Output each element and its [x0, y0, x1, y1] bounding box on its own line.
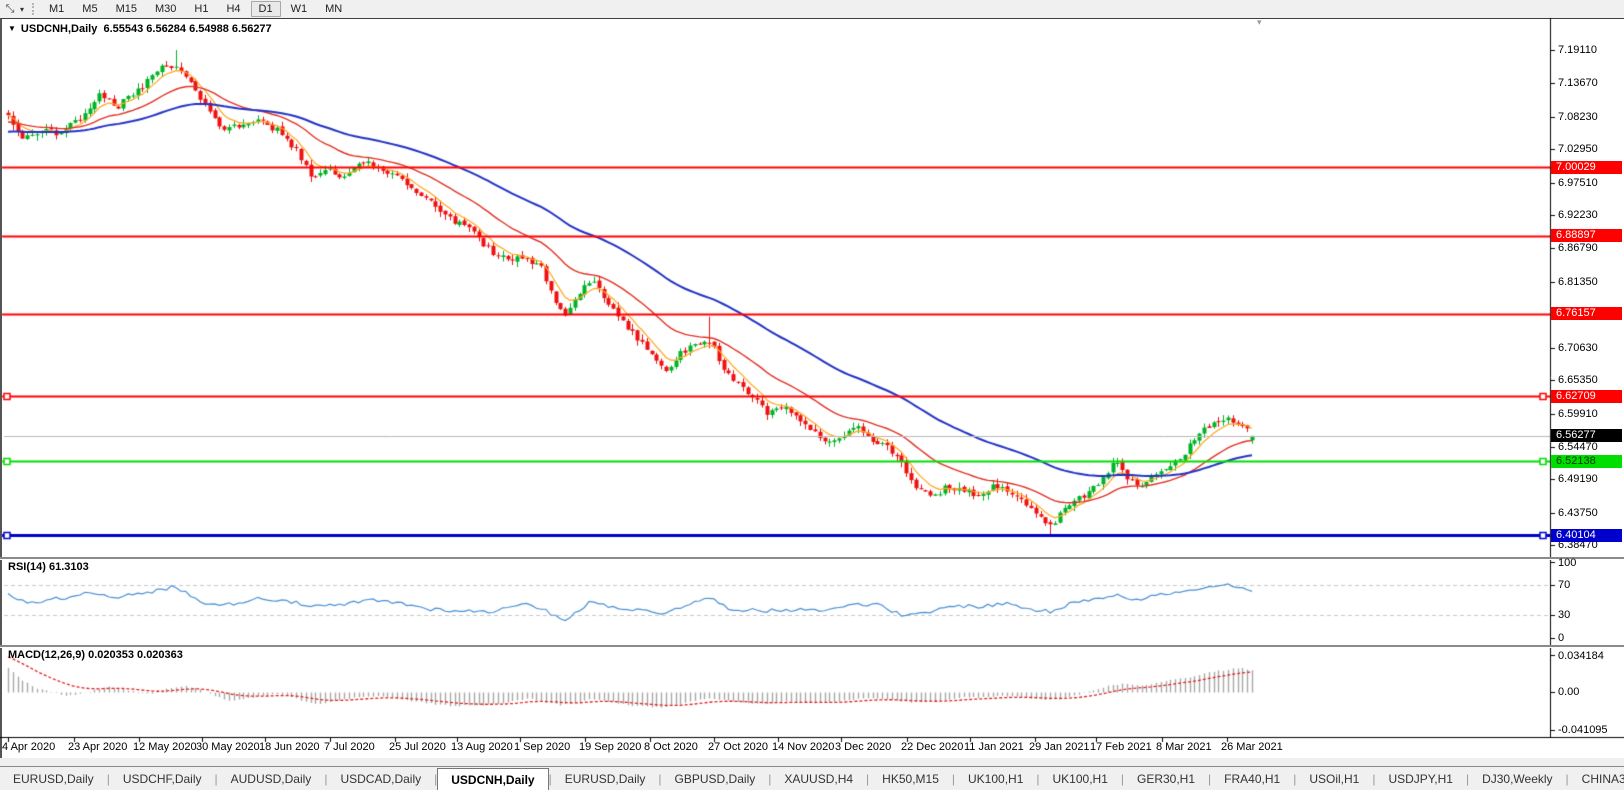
macd-tick-label: 0.00: [1558, 686, 1580, 698]
chart-tab-dj30-weekly[interactable]: DJ30,Weekly: [1469, 767, 1565, 790]
chart-tab-hk50-m15[interactable]: HK50,M15: [869, 767, 952, 790]
macd-indicator-label: MACD(12,26,9) 0.020353 0.020363: [8, 649, 183, 661]
date-tick-label: 27 Oct 2020: [708, 741, 768, 753]
hline-price-tag[interactable]: 6.76157: [1551, 307, 1622, 321]
macd-tick-label: 0.034184: [1558, 650, 1604, 662]
chart-tab-fra40-h1[interactable]: FRA40,H1: [1211, 767, 1293, 790]
macd-pane-divider[interactable]: [0, 645, 1624, 648]
chart-tab-usoil-h1[interactable]: USOil,H1: [1296, 767, 1372, 790]
price-tick-label: 6.59910: [1558, 407, 1598, 420]
date-tick-label: 29 Jan 2021: [1029, 741, 1090, 753]
price-tick-label: 7.13670: [1558, 77, 1598, 90]
hline-price-tag[interactable]: 6.52138: [1551, 454, 1622, 468]
price-tick-label: 6.86790: [1558, 242, 1598, 255]
price-tick-label: 6.49190: [1558, 473, 1598, 486]
date-tick-label: 7 Jul 2020: [324, 741, 375, 753]
price-tick-label: 6.54470: [1558, 440, 1598, 453]
price-tick-label: 6.65350: [1558, 374, 1598, 387]
date-tick-label: 11 Jan 2021: [964, 741, 1024, 753]
date-tick-label: 4 Apr 2020: [2, 741, 56, 753]
hline-price-tag[interactable]: 6.88897: [1551, 229, 1622, 243]
date-tick-label: 22 Dec 2020: [901, 741, 964, 753]
date-tick-label: 13 Aug 2020: [451, 741, 513, 753]
date-tick-label: 3 Dec 2020: [835, 741, 892, 753]
chart-tab-ger30-h1[interactable]: GER30,H1: [1124, 767, 1208, 790]
chart-tab-uk100-h1[interactable]: UK100,H1: [955, 767, 1036, 790]
date-tick-label: 19 Sep 2020: [579, 741, 642, 753]
rsi-tick-label: 30: [1558, 609, 1571, 622]
chart-tab-uk100-h1[interactable]: UK100,H1: [1040, 767, 1121, 790]
date-tick-label: 1 Sep 2020: [514, 741, 571, 753]
rsi-pane-divider[interactable]: [0, 557, 1624, 560]
date-tick-label: 30 May 2020: [196, 741, 260, 753]
price-tick-label: 6.92230: [1558, 209, 1598, 222]
hline-price-tag[interactable]: 6.62709: [1551, 389, 1622, 403]
chart-tabs-bar: EURUSD,Daily | USDCHF,Daily | AUDUSD,Daily | U…: [0, 766, 1624, 790]
rsi-tick-label: 70: [1558, 578, 1571, 591]
chart-tab-usdcad-daily[interactable]: USDCAD,Daily: [327, 767, 434, 790]
macd-tick-label: -0.041095: [1558, 724, 1608, 736]
price-tick-label: 7.08230: [1558, 110, 1598, 123]
chart-tabs: EURUSD,Daily | USDCHF,Daily | AUDUSD,Daily | U…: [0, 767, 1624, 790]
chart-shift-marker-icon[interactable]: ▾: [1257, 17, 1262, 28]
chart-ohlc-values: 6.55543 6.56284 6.54988 6.56277: [103, 23, 272, 35]
trading-terminal: ⤡ ▾ M1M5M15M30H1H4D1W1MN ▼USDCNH,Daily 6…: [0, 0, 1624, 790]
current-price-tag: 6.56277: [1551, 429, 1622, 443]
rsi-tick-label: 100: [1558, 557, 1577, 569]
hline-price-tag[interactable]: 6.40104: [1551, 528, 1622, 542]
date-tick-label: 12 May 2020: [133, 741, 197, 753]
date-tick-label: 18 Jun 2020: [259, 741, 320, 753]
rsi-indicator-label: RSI(14) 61.3103: [8, 561, 89, 573]
chart-tab-china300-h1[interactable]: CHINA300,H1: [1569, 767, 1624, 790]
chart-tab-gbpusd-daily[interactable]: GBPUSD,Daily: [662, 767, 769, 790]
chart-tab-eurusd-daily[interactable]: EURUSD,Daily: [0, 767, 107, 790]
date-tick-label: 25 Jul 2020: [389, 741, 446, 753]
date-tick-label: 8 Mar 2021: [1156, 741, 1212, 753]
date-tick-label: 26 Mar 2021: [1221, 741, 1283, 753]
chart-canvas[interactable]: [0, 0, 1624, 790]
chart-tab-usdcnh-daily[interactable]: USDCNH,Daily: [437, 768, 549, 790]
hline-price-tag[interactable]: 7.00029: [1551, 160, 1622, 174]
price-tick-label: 7.02950: [1558, 143, 1598, 156]
chart-context-arrow-icon[interactable]: ▼: [8, 24, 16, 33]
date-tick-label: 17 Feb 2021: [1090, 741, 1152, 753]
chart-tab-xauusd-h4[interactable]: XAUUSD,H4: [771, 767, 866, 790]
price-tick-label: 6.97510: [1558, 176, 1598, 189]
chart-tab-eurusd-daily[interactable]: EURUSD,Daily: [552, 767, 659, 790]
chart-tab-usdchf-daily[interactable]: USDCHF,Daily: [110, 767, 215, 790]
price-tick-label: 6.43750: [1558, 506, 1598, 519]
date-tick-label: 23 Apr 2020: [68, 741, 128, 753]
price-tick-label: 7.19110: [1558, 44, 1597, 56]
chart-tab-usdjpy-h1[interactable]: USDJPY,H1: [1375, 767, 1465, 790]
rsi-tick-label: 0: [1558, 632, 1565, 644]
chart-symbol-period: USDCNH,Daily: [20, 23, 98, 35]
date-tick-label: 14 Nov 2020: [772, 741, 835, 753]
price-tick-label: 6.70630: [1558, 341, 1598, 354]
price-tick-label: 6.81350: [1558, 275, 1598, 288]
chart-title: ▼ USDCNH,Daily 6.55543 6.56284 6.54988 6.…: [8, 23, 272, 35]
date-tick-label: 8 Oct 2020: [644, 741, 698, 753]
chart-tab-audusd-daily[interactable]: AUDUSD,Daily: [218, 767, 325, 790]
